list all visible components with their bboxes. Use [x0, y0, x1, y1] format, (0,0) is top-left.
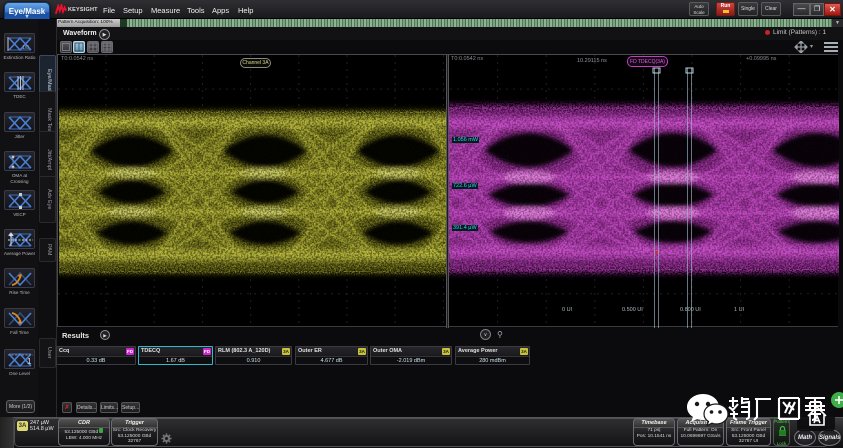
svg-text:1/0: 1/0: [22, 45, 29, 51]
svg-text:1: 1: [27, 357, 32, 366]
